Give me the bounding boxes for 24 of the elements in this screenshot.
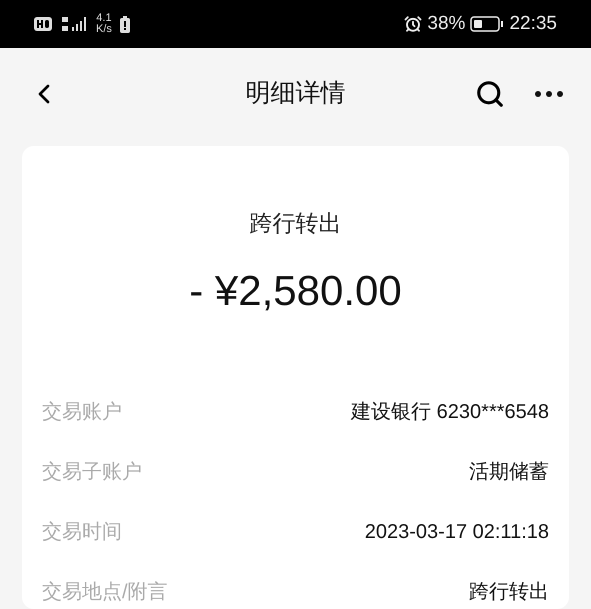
alarm-icon: [404, 15, 422, 33]
transaction-amount: - ¥2,580.00: [189, 266, 402, 316]
detail-label: 交易子账户: [42, 460, 142, 485]
detail-value: 2023-03-17 02:11:18: [364, 520, 549, 545]
hd-icon: [34, 17, 52, 31]
speed-unit: K/s: [96, 24, 112, 35]
battery-icon: [470, 16, 504, 32]
more-button[interactable]: [535, 91, 563, 97]
detail-value: 活期储蓄: [469, 460, 549, 485]
speed-value: 4.1: [96, 13, 112, 24]
detail-label: 交易账户: [42, 400, 122, 425]
clock-time: 22:35: [509, 12, 557, 36]
battery-warning-icon: [120, 16, 130, 32]
transaction-type: 跨行转出: [250, 209, 342, 238]
detail-label: 交易时间: [42, 520, 122, 545]
detail-label: 交易地点/附言: [42, 580, 168, 605]
signal-icon: [60, 16, 88, 32]
search-icon: [475, 79, 505, 109]
more-icon: [535, 91, 563, 97]
detail-value: 建设银行 6230***6548: [351, 400, 549, 425]
search-button[interactable]: [475, 79, 505, 109]
battery-percent: 38%: [427, 12, 466, 36]
page-title: 明细详情: [246, 78, 346, 110]
detail-value: 跨行转出: [469, 580, 549, 605]
